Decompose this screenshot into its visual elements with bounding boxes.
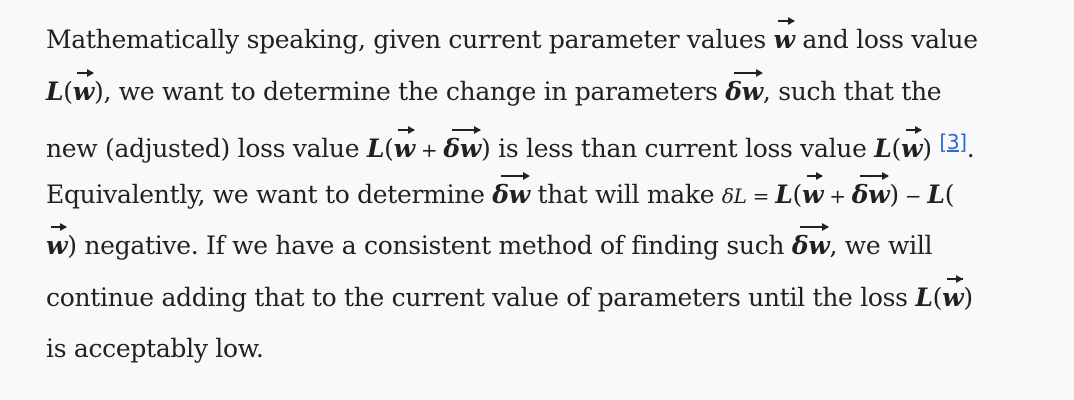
delta-w-vector: δw xyxy=(852,169,890,221)
paragraph-line: is acceptably low. xyxy=(46,323,1046,375)
text: that will make xyxy=(529,179,722,209)
loss-symbol: L xyxy=(927,179,945,209)
paragraph-line: continue adding that to the current valu… xyxy=(46,272,1046,324)
loss-symbol: L xyxy=(46,76,64,106)
text: , we will xyxy=(829,231,933,260)
text: , we want to determine the change in par… xyxy=(103,76,726,106)
w-vector: w xyxy=(774,14,795,66)
w-vector: w xyxy=(802,169,823,221)
paren: ) xyxy=(67,231,77,260)
delta-w-vector: δw xyxy=(725,66,763,118)
w-vector: w xyxy=(901,123,923,175)
paren: ( xyxy=(792,179,802,209)
paren: ( xyxy=(384,134,394,163)
w-vector: w xyxy=(73,66,94,118)
minus-sign: − xyxy=(898,183,928,208)
text: is less than current loss value xyxy=(490,134,875,163)
text: is acceptably low. xyxy=(46,334,264,363)
text: continue adding that to the current valu… xyxy=(46,282,916,312)
paragraph-line: w) negative. If we have a consistent met… xyxy=(46,220,1046,272)
text: , such that the xyxy=(762,76,942,106)
text: negative. If we have a consistent method… xyxy=(76,231,792,260)
w-vector: w xyxy=(942,272,964,324)
paragraph-line: L(w), we want to determine the change in… xyxy=(46,66,1046,118)
plus-sign: + xyxy=(414,138,444,162)
loss-symbol: L xyxy=(874,134,892,163)
text: Equivalently, we want to determine xyxy=(46,179,493,209)
paren: ) xyxy=(889,179,899,209)
paragraph-line: new (adjusted) loss value L(w + δw) is l… xyxy=(46,117,1046,169)
paren: ( xyxy=(932,282,943,312)
citation-link[interactable]: [3] xyxy=(939,130,967,154)
paren: ( xyxy=(63,76,73,106)
plus-sign: + xyxy=(823,183,852,208)
paragraph-line: Mathematically speaking, given current p… xyxy=(46,14,1046,66)
delta-w-vector: δw xyxy=(443,123,481,175)
text: new (adjusted) loss value xyxy=(46,134,367,163)
text: and loss value xyxy=(794,25,978,54)
text: Mathematically speaking, given current p… xyxy=(46,25,774,54)
loss-symbol: L xyxy=(915,282,933,312)
paren: ) xyxy=(963,282,973,312)
paren: ) xyxy=(922,134,932,163)
text: . xyxy=(966,134,975,163)
equals-sign: = xyxy=(746,183,776,208)
paragraph-line: Equivalently, we want to determine δw th… xyxy=(46,169,1046,221)
article-paragraph: Mathematically speaking, given current p… xyxy=(46,14,1046,375)
paren: ( xyxy=(944,179,955,209)
paren: ) xyxy=(481,134,491,163)
w-vector: w xyxy=(46,220,68,272)
delta-w-vector: δw xyxy=(492,169,530,221)
delta-loss-symbol: δL xyxy=(721,183,747,208)
loss-symbol: L xyxy=(775,179,793,209)
paren: ( xyxy=(891,134,902,163)
loss-symbol: L xyxy=(366,134,385,163)
delta-w-vector: δw xyxy=(792,220,830,272)
w-vector: w xyxy=(394,123,415,175)
